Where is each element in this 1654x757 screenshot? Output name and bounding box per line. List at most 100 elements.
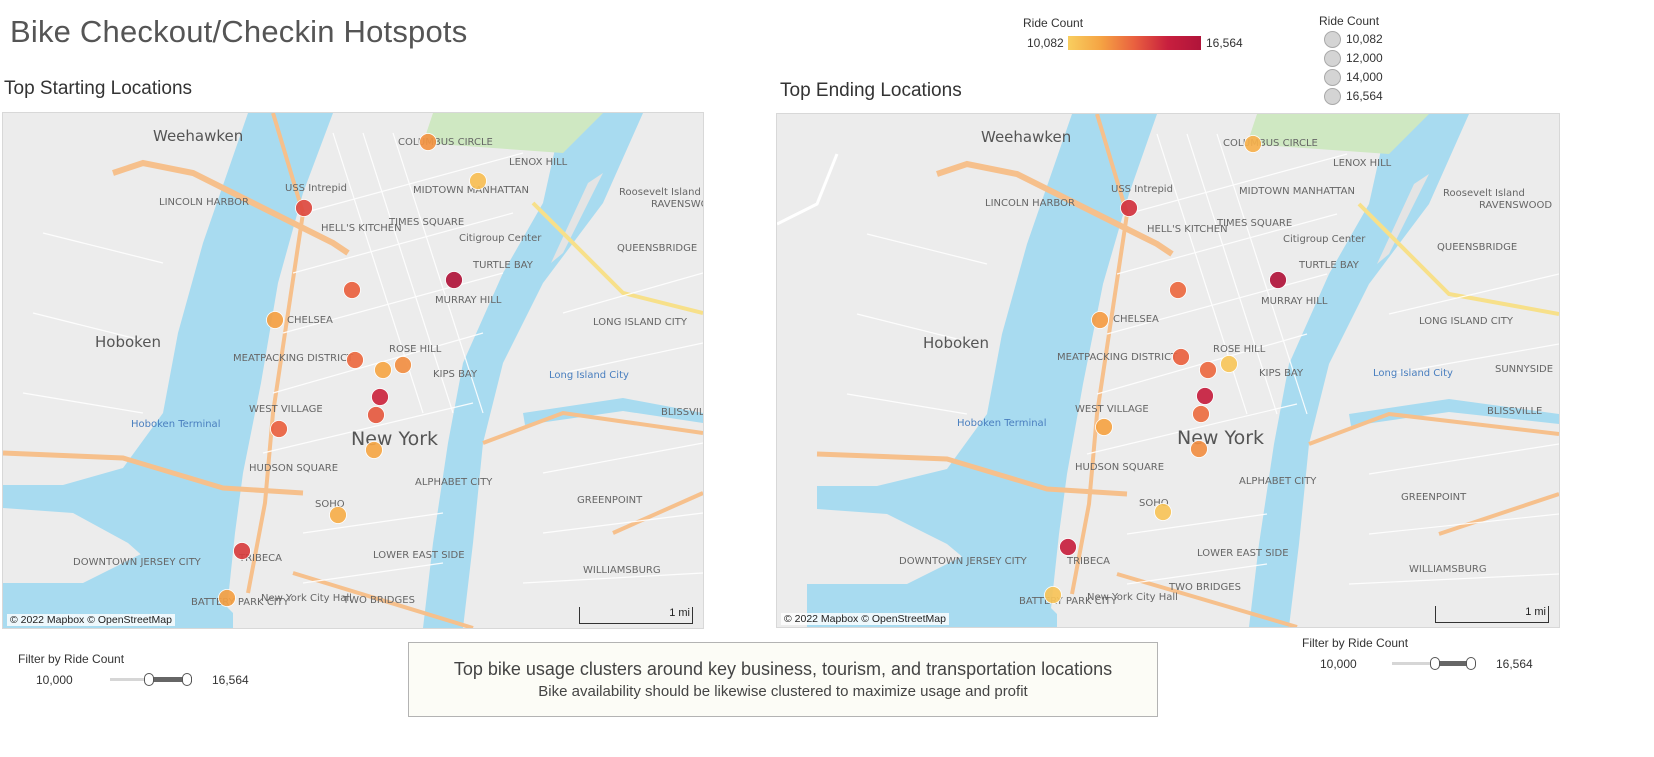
ride-count-marker[interactable] xyxy=(233,542,251,560)
map-label: Hoboken Terminal xyxy=(957,418,1046,429)
ride-count-marker[interactable] xyxy=(1199,361,1217,379)
ride-count-marker[interactable] xyxy=(1190,440,1208,458)
starting-locations-title: Top Starting Locations xyxy=(4,78,193,99)
map-attribution[interactable]: © 2022 Mapbox © OpenStreetMap xyxy=(7,614,175,626)
filter-min-handle[interactable] xyxy=(1430,657,1440,670)
ride-count-marker[interactable] xyxy=(346,351,364,369)
ride-count-marker[interactable] xyxy=(365,441,383,459)
map-label: TWO BRIDGES xyxy=(1168,582,1241,593)
ride-count-marker[interactable] xyxy=(394,356,412,374)
map-label: MIDTOWN MANHATTAN xyxy=(413,185,529,196)
map-label: New York City Hall xyxy=(1087,592,1178,603)
ending-locations-map[interactable]: Weehawken Hoboken New York LINCOLN HARBO… xyxy=(776,113,1560,628)
map-label: Citigroup Center xyxy=(459,233,542,244)
map-scale-bar: 1 mi xyxy=(1435,606,1549,623)
color-legend: Ride Count 10,082 16,564 xyxy=(1022,14,1262,64)
map-label: HELL'S KITCHEN xyxy=(1147,224,1228,235)
filter-min-value[interactable]: 10,000 xyxy=(1320,657,1357,671)
map-label: CHELSEA xyxy=(1113,314,1159,325)
map-attribution[interactable]: © 2022 Mapbox © OpenStreetMap xyxy=(781,613,949,625)
map-label: LINCOLN HARBOR xyxy=(985,198,1075,209)
starting-locations-map[interactable]: Weehawken Hoboken New York LINCOLN HARBO… xyxy=(2,112,704,629)
map-label: DOWNTOWN JERSEY CITY xyxy=(899,556,1028,567)
ride-count-filter-right[interactable]: Filter by Ride Count 10,000 16,564 xyxy=(1302,636,1552,686)
color-legend-title: Ride Count xyxy=(1023,16,1084,30)
map-label: TIMES SQUARE xyxy=(1216,218,1292,229)
map-label: LENOX HILL xyxy=(509,157,568,168)
map-label: LOWER EAST SIDE xyxy=(1197,548,1289,559)
ride-count-marker[interactable] xyxy=(1172,348,1190,366)
map-scale-bar: 1 mi xyxy=(579,607,693,624)
ride-count-filter-left[interactable]: Filter by Ride Count 10,000 16,564 xyxy=(18,652,268,702)
map-label: Weehawken xyxy=(981,128,1071,146)
ride-count-marker[interactable] xyxy=(1220,355,1238,373)
ride-count-marker[interactable] xyxy=(419,133,437,151)
map-label: MURRAY HILL xyxy=(435,295,502,306)
filter-max-value[interactable]: 16,564 xyxy=(1496,657,1533,671)
ride-count-marker[interactable] xyxy=(371,388,389,406)
map-label: USS Intrepid xyxy=(1111,184,1173,195)
filter-max-handle[interactable] xyxy=(182,673,192,686)
filter-max-handle[interactable] xyxy=(1466,657,1476,670)
ride-count-marker[interactable] xyxy=(1120,199,1138,217)
ride-count-marker[interactable] xyxy=(1192,405,1210,423)
size-legend-label: 16,564 xyxy=(1346,89,1383,103)
size-legend-item: 12,000 xyxy=(1320,49,1430,67)
map-label: LONG ISLAND CITY xyxy=(1419,316,1514,327)
map-label: Roosevelt Island xyxy=(1443,188,1525,199)
ride-count-marker[interactable] xyxy=(469,172,487,190)
ride-count-marker[interactable] xyxy=(218,589,236,607)
ride-count-marker[interactable] xyxy=(1169,281,1187,299)
ride-count-marker[interactable] xyxy=(343,281,361,299)
ride-count-marker[interactable] xyxy=(1269,271,1287,289)
map-label: LONG ISLAND CITY xyxy=(593,317,688,328)
map-label: DOWNTOWN JERSEY CITY xyxy=(73,557,202,568)
ride-count-marker[interactable] xyxy=(270,420,288,438)
map-label: MURRAY HILL xyxy=(1261,296,1328,307)
ride-count-marker[interactable] xyxy=(374,361,392,379)
map-label: Citigroup Center xyxy=(1283,234,1366,245)
ride-count-marker[interactable] xyxy=(1059,538,1077,556)
ride-count-marker[interactable] xyxy=(1154,503,1172,521)
map-canvas[interactable]: Weehawken Hoboken New York LINCOLN HARBO… xyxy=(777,114,1559,627)
ride-count-marker[interactable] xyxy=(1044,586,1062,604)
ride-count-marker[interactable] xyxy=(1244,135,1262,153)
map-label: HUDSON SQUARE xyxy=(1075,462,1164,473)
map-label: HUDSON SQUARE xyxy=(249,463,338,474)
map-canvas[interactable]: Weehawken Hoboken New York LINCOLN HARBO… xyxy=(3,113,703,628)
map-label: QUEENSBRIDGE xyxy=(1437,242,1517,253)
map-label: GREENPOINT xyxy=(577,495,643,506)
map-label: RAVENSWOOD xyxy=(1479,200,1552,211)
map-label: BLISSVILLE xyxy=(661,407,703,418)
map-label: QUEENSBRIDGE xyxy=(617,243,697,254)
map-label: TWO BRIDGES xyxy=(342,595,415,606)
map-label: New York xyxy=(1177,427,1264,449)
ending-locations-title: Top Ending Locations xyxy=(780,80,962,101)
map-label: Hoboken Terminal xyxy=(131,419,220,430)
ride-count-marker[interactable] xyxy=(329,506,347,524)
map-label: GREENPOINT xyxy=(1401,492,1467,503)
filter-min-handle[interactable] xyxy=(144,673,154,686)
ride-count-marker[interactable] xyxy=(1095,418,1113,436)
ride-count-marker[interactable] xyxy=(367,406,385,424)
circle-icon xyxy=(1324,31,1341,48)
ride-count-marker[interactable] xyxy=(445,271,463,289)
ride-count-marker[interactable] xyxy=(1196,387,1214,405)
map-label: BLISSVILLE xyxy=(1487,406,1542,417)
ride-count-marker[interactable] xyxy=(266,311,284,329)
ride-count-marker[interactable] xyxy=(295,199,313,217)
map-label: MIDTOWN MANHATTAN xyxy=(1239,186,1355,197)
map-label: COLUMBUS CIRCLE xyxy=(398,137,493,148)
map-label: ROSE HILL xyxy=(389,344,442,355)
filter-max-value[interactable]: 16,564 xyxy=(212,673,249,687)
ride-count-marker[interactable] xyxy=(1091,311,1109,329)
map-label: LENOX HILL xyxy=(1333,158,1392,169)
scale-label: 1 mi xyxy=(669,607,690,619)
map-label: SUNNYSIDE xyxy=(1495,364,1553,375)
page-title: Bike Checkout/Checkin Hotspots xyxy=(10,14,468,49)
filter-min-value[interactable]: 10,000 xyxy=(36,673,73,687)
map-label: New York City Hall xyxy=(261,593,352,604)
filter-title: Filter by Ride Count xyxy=(1302,636,1409,650)
color-legend-max: 16,564 xyxy=(1206,36,1243,50)
map-label: LINCOLN HARBOR xyxy=(159,197,249,208)
